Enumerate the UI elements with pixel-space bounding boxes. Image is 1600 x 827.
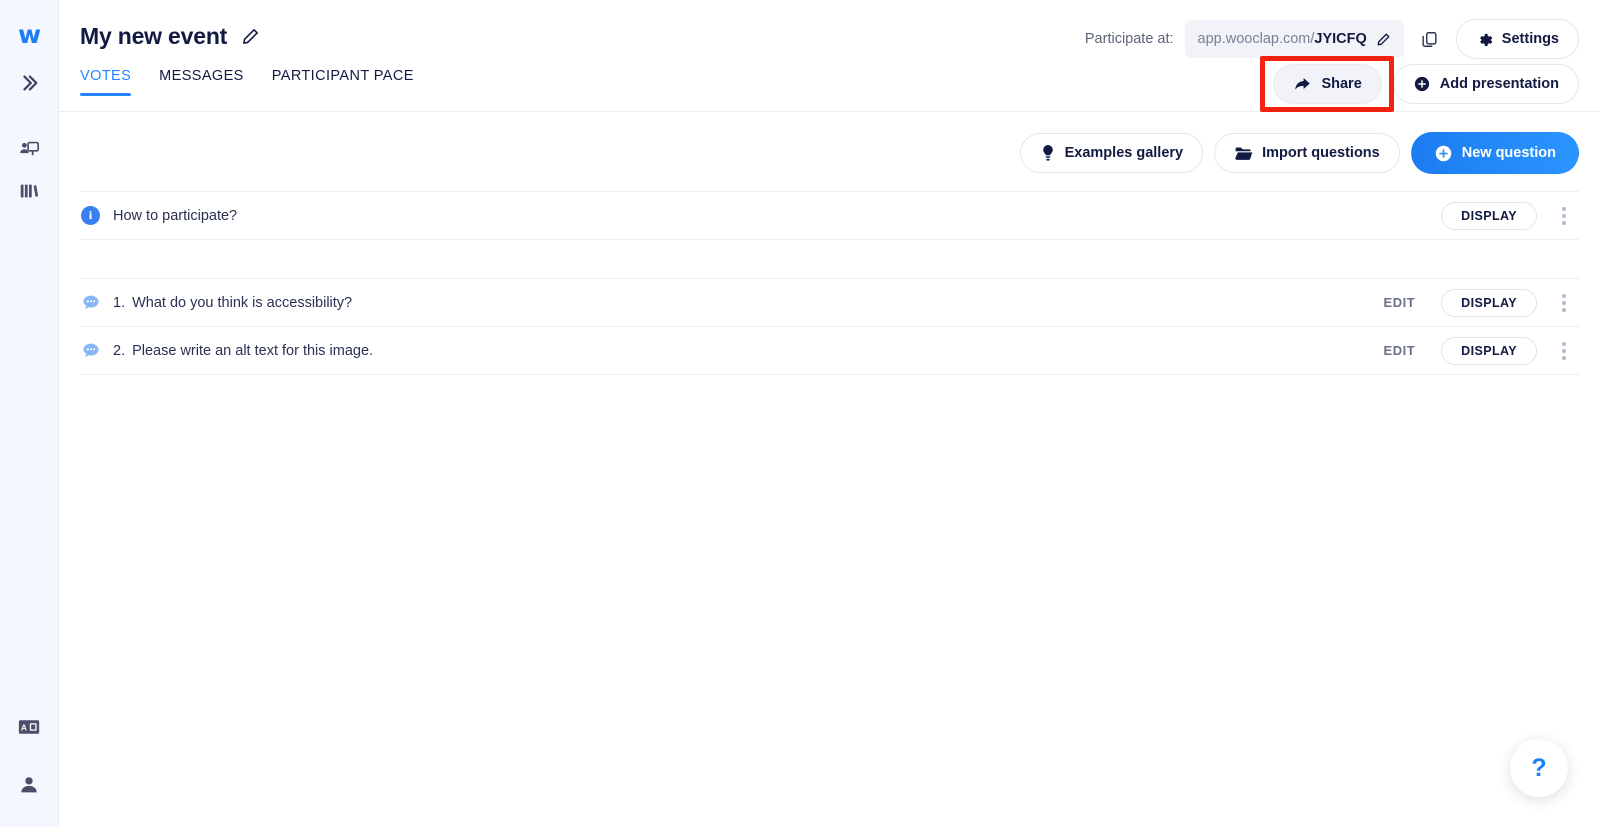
folder-icon [1234,145,1253,162]
share-arrow-icon [1293,76,1312,93]
kebab-menu-icon[interactable] [1549,336,1579,366]
share-button-wrapper: Share [1260,56,1394,112]
import-questions-label: Import questions [1262,145,1380,161]
kebab-dot [1562,348,1566,353]
tab-votes[interactable]: VOTES [80,68,132,96]
how-to-participate-label: How to participate? [113,207,238,224]
question-text: Please write an alt text for this image. [132,342,374,359]
wooclap-logo[interactable]: w [18,22,41,47]
share-label: Share [1321,76,1362,92]
main-content: My new event VOTES MESSAGES PARTICIPANT … [59,0,1600,827]
examples-gallery-label: Examples gallery [1064,145,1184,161]
bookshelf-icon[interactable] [9,171,49,211]
new-question-label: New question [1461,145,1556,161]
new-question-button[interactable]: New question [1410,132,1579,174]
action-bar: Examples gallery Import questions New qu… [1019,132,1579,174]
kebab-dot [1562,341,1566,346]
speech-bubble-icon [80,340,101,361]
participate-code: JYICFQ [1314,31,1367,47]
gear-icon [1476,31,1493,48]
plus-circle-icon [1434,144,1453,163]
how-to-participate-row[interactable]: i How to participate? DISPLAY [80,192,1579,239]
svg-text:A: A [21,722,27,732]
participate-url-field[interactable]: app.wooclap.com/JYICFQ [1184,20,1404,58]
info-badge-glyph: i [81,206,100,225]
question-list: i How to participate? DISPLAY 1. What do… [80,191,1579,375]
tab-bar: VOTES MESSAGES PARTICIPANT PACE [80,68,414,96]
copy-icon[interactable] [1415,24,1445,54]
info-circle-icon: i [80,205,101,226]
display-button[interactable]: DISPLAY [1441,336,1537,365]
import-questions-button[interactable]: Import questions [1214,133,1400,173]
kebab-dot [1562,206,1566,211]
kebab-menu-icon[interactable] [1549,201,1579,231]
tab-messages[interactable]: MESSAGES [159,68,244,96]
question-number: 2. [113,342,126,359]
settings-button[interactable]: Settings [1455,19,1579,59]
edit-button[interactable]: EDIT [1384,295,1416,310]
participate-url-text: app.wooclap.com/JYICFQ [1198,30,1367,48]
lightbulb-icon [1040,144,1056,162]
sidebar-bottom: A [9,707,49,805]
settings-label: Settings [1501,31,1559,47]
sidebar: w A [0,0,59,827]
tab-participant-pace[interactable]: PARTICIPANT PACE [272,68,414,96]
page-title: My new event [80,23,228,49]
table-row[interactable]: 2. Please write an alt text for this ima… [80,327,1579,374]
header: My new event VOTES MESSAGES PARTICIPANT … [59,0,1600,112]
sidebar-nav [9,129,49,211]
display-button[interactable]: DISPLAY [1441,288,1537,317]
share-button[interactable]: Share [1273,64,1382,104]
header-divider [59,111,1600,112]
table-row[interactable]: 1. What do you think is accessibility? E… [80,279,1579,326]
edit-button[interactable]: EDIT [1384,343,1416,358]
help-button[interactable]: ? [1510,739,1568,797]
presenter-screen-icon[interactable] [9,129,49,169]
user-icon[interactable] [9,765,49,805]
list-gap [80,240,1579,278]
list-divider [80,374,1579,375]
pencil-icon[interactable] [241,27,260,46]
kebab-dot [1562,220,1566,225]
examples-gallery-button[interactable]: Examples gallery [1019,133,1204,173]
language-icon[interactable]: A [9,707,49,747]
kebab-dot [1562,307,1566,312]
kebab-dot [1562,355,1566,360]
kebab-menu-icon[interactable] [1549,288,1579,318]
display-button[interactable]: DISPLAY [1441,201,1537,230]
plus-circle-icon [1413,75,1431,93]
header-actions-second: Share Add presentation [1260,56,1579,112]
participate-url-prefix: app.wooclap.com/ [1197,31,1315,47]
speech-bubble-icon [80,292,101,313]
question-number: 1. [113,294,126,311]
header-actions-top: Participate at: app.wooclap.com/JYICFQ S… [1085,19,1579,59]
kebab-dot [1562,293,1566,298]
title-row: My new event [80,23,260,50]
double-chevron-right-icon[interactable] [9,63,49,103]
question-text: What do you think is accessibility? [132,294,353,311]
participate-label: Participate at: [1084,31,1174,47]
kebab-dot [1562,213,1566,218]
add-presentation-button[interactable]: Add presentation [1392,64,1579,104]
url-pencil-icon[interactable] [1376,32,1391,47]
add-presentation-label: Add presentation [1439,76,1559,92]
app-root: w A My new event VOTES MESSAGES PARTICIP… [0,0,1600,827]
kebab-dot [1562,300,1566,305]
